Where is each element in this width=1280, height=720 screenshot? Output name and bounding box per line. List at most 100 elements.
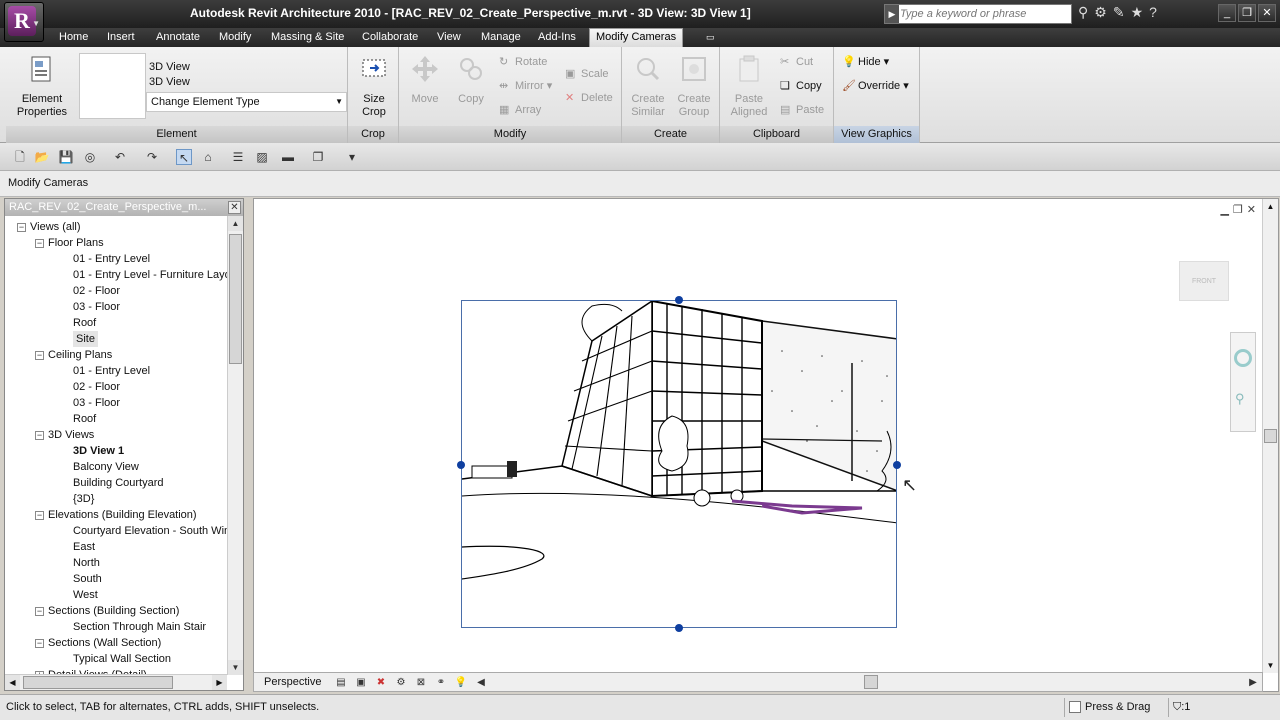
ribbon-minimize-icon[interactable]: ▭ [706, 29, 720, 47]
minimize-icon[interactable]: _ [1218, 4, 1236, 22]
show-crop-icon[interactable]: ⊠ [414, 676, 428, 690]
scroll-thumb[interactable] [23, 676, 173, 689]
tab-collaborate[interactable]: Collaborate [362, 29, 418, 47]
tree-item[interactable]: 01 - Entry Level - Furniture Layout [73, 267, 227, 283]
mirror-button[interactable]: ⇹ Mirror ▾ [499, 79, 552, 93]
customize-toolbar-icon[interactable]: ▾ [344, 149, 360, 165]
perspective-crop-region[interactable] [461, 300, 897, 628]
scroll-right-icon[interactable]: ▶ [1246, 676, 1260, 690]
selection-filter[interactable]: ⛉:1 [1168, 698, 1228, 717]
browser-vertical-scrollbar[interactable]: ▲ ▼ [227, 216, 243, 675]
tab-add-ins[interactable]: Add-Ins [538, 29, 576, 47]
application-menu-button[interactable]: R ▼ [4, 2, 44, 42]
thin-lines-icon[interactable]: ☰ [230, 149, 246, 165]
create-similar-button[interactable]: Create Similar [626, 53, 670, 119]
change-element-type-select[interactable]: Change Element Type ▼ [146, 92, 347, 112]
hide-button[interactable]: 💡 Hide ▾ [842, 55, 889, 69]
close-icon[interactable]: ✕ [228, 201, 241, 214]
viewcube[interactable]: FRONT [1179, 261, 1229, 301]
scroll-down-icon[interactable]: ▼ [228, 660, 243, 675]
close-hidden-icon[interactable]: ▨ [254, 149, 270, 165]
scroll-right-icon[interactable]: ▶ [212, 675, 227, 690]
tree-item[interactable]: Typical Wall Section [73, 651, 171, 667]
close-icon[interactable]: ✕ [1258, 4, 1276, 22]
canvas-vertical-scrollbar[interactable]: ▲ ▼ [1262, 199, 1278, 673]
new-icon[interactable]: 🗋 [12, 149, 28, 165]
scroll-down-icon[interactable]: ▼ [1263, 658, 1278, 673]
tree-group[interactable]: − Sections (Wall Section) [35, 635, 161, 651]
tree-group[interactable]: − Ceiling Plans [35, 347, 112, 363]
search-input[interactable] [900, 6, 1068, 22]
collapse-icon[interactable]: − [35, 638, 44, 648]
collapse-icon[interactable]: − [17, 222, 26, 232]
tab-insert[interactable]: Insert [107, 29, 135, 47]
close-icon[interactable]: ✕ [1247, 203, 1256, 216]
tree-group[interactable]: −3D Views [35, 427, 94, 443]
zoom-icon[interactable]: ⚲ [1235, 391, 1249, 406]
help-icon[interactable]: ? [1149, 4, 1157, 24]
help-search[interactable]: ▶ [884, 4, 1072, 24]
sync-icon[interactable]: ◎ [82, 149, 98, 165]
steering-wheel-icon[interactable] [1234, 349, 1252, 367]
create-group-button[interactable]: Create Group [672, 53, 716, 119]
browser-horizontal-scrollbar[interactable]: ◀ ▶ [5, 674, 227, 690]
tab-modify[interactable]: Modify [219, 29, 251, 47]
scroll-left-icon[interactable]: ◀ [5, 675, 20, 690]
crop-grip-right[interactable] [893, 461, 901, 469]
delete-button[interactable]: ✕ Delete [565, 91, 613, 105]
scroll-left-icon[interactable]: ◀ [474, 676, 488, 690]
tab-home[interactable]: Home [59, 29, 88, 47]
tree-item[interactable]: 01 - Entry Level [73, 363, 150, 379]
save-icon[interactable]: 💾 [58, 149, 74, 165]
tree-item[interactable]: 01 - Entry Level [73, 251, 150, 267]
tree-item[interactable]: Balcony View [73, 459, 139, 475]
open-icon[interactable]: 📂 [34, 149, 50, 165]
tree-item[interactable]: {3D} [73, 491, 94, 507]
collapse-icon[interactable]: − [35, 430, 44, 440]
tree-item[interactable]: 03 - Floor [73, 299, 120, 315]
element-properties-button[interactable]: Element Properties [12, 53, 72, 119]
tree-item[interactable]: Roof [73, 315, 96, 331]
press-drag-toggle[interactable]: Press & Drag [1064, 698, 1164, 717]
subscription-icon[interactable]: ⚙ [1094, 4, 1107, 24]
crop-view-icon[interactable]: ⚙ [394, 676, 408, 690]
tab-modify-cameras[interactable]: Modify Cameras [589, 28, 684, 47]
copy-clipboard-button[interactable]: ❏ Copy [780, 79, 822, 93]
override-button[interactable]: 🖌 Override ▾ [842, 79, 909, 93]
tab-view[interactable]: View [437, 29, 461, 47]
cut-button[interactable]: ✂ Cut [780, 55, 813, 69]
array-button[interactable]: ▦ Array [499, 103, 541, 117]
communication-icon[interactable]: ✎ [1113, 4, 1125, 24]
tree-item[interactable]: East [73, 539, 95, 555]
scroll-thumb[interactable] [864, 675, 878, 689]
tree-group[interactable]: − Views (all) [17, 219, 81, 235]
detail-level-icon[interactable]: ▤ [334, 676, 348, 690]
model-graphics-style-icon[interactable]: ▣ [354, 676, 368, 690]
press-drag-checkbox[interactable] [1069, 701, 1081, 714]
tree-item[interactable]: 03 - Floor [73, 395, 120, 411]
scroll-thumb[interactable] [1264, 429, 1277, 443]
shadows-icon[interactable]: ✖ [374, 676, 388, 690]
rotate-button[interactable]: ↻ Rotate [499, 55, 547, 69]
switch-windows-icon[interactable]: ❐ [310, 149, 326, 165]
scroll-up-icon[interactable]: ▲ [1263, 199, 1278, 214]
tree-group[interactable]: − Sections (Building Section) [35, 603, 179, 619]
drawing-area[interactable]: ▁ ❐ ✕ FRONT ⚲ ↖ ▲ ▼ [253, 198, 1279, 692]
tree-group[interactable]: − Floor Plans [35, 235, 104, 251]
tab-manage[interactable]: Manage [481, 29, 521, 47]
collapse-icon[interactable]: − [35, 238, 44, 248]
select-icon[interactable]: ↖ [176, 149, 192, 165]
3d-view-icon[interactable]: ⌂ [200, 149, 216, 165]
tab-massing-site[interactable]: Massing & Site [271, 29, 344, 47]
undo-icon[interactable]: ↶ [112, 149, 128, 165]
size-crop-button[interactable]: Size Crop [354, 53, 394, 119]
collapse-icon[interactable]: − [35, 350, 44, 360]
tree-item[interactable]: 02 - Floor [73, 283, 120, 299]
measure-icon[interactable]: ▬ [280, 149, 296, 165]
crop-grip-left[interactable] [457, 461, 465, 469]
minimize-icon[interactable]: ▁ [1220, 203, 1228, 216]
copy-button[interactable]: Copy [451, 53, 491, 106]
collapse-icon[interactable]: − [35, 606, 44, 616]
redo-icon[interactable]: ↷ [144, 149, 160, 165]
restore-icon[interactable]: ❐ [1238, 4, 1256, 22]
